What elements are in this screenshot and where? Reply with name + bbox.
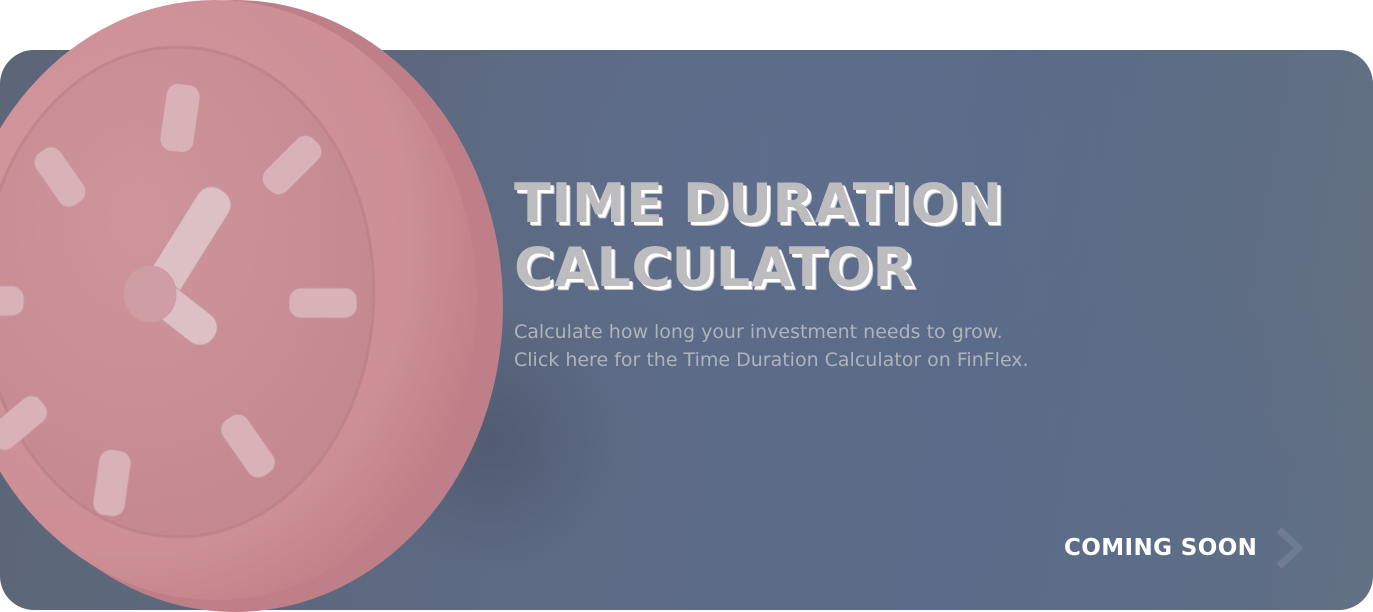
banner-description: Calculate how long your investment needs… <box>514 318 1154 374</box>
coming-soon-label: COMING SOON <box>1064 535 1258 561</box>
coming-soon-button[interactable]: COMING SOON <box>1064 527 1307 569</box>
banner-title: TIME DURATION CALCULATOR <box>514 172 1134 300</box>
banner-title-line-2: CALCULATOR <box>514 236 915 299</box>
chevron-right-icon <box>1277 527 1303 569</box>
banner-description-line-1: Calculate how long your investment needs… <box>514 321 1003 343</box>
banner-description-line-2: Click here for the Time Duration Calcula… <box>514 349 1029 371</box>
banner-title-line-1: TIME DURATION <box>514 172 1003 235</box>
time-duration-calculator-card[interactable]: TIME DURATION CALCULATOR Calculate how l… <box>0 50 1373 610</box>
banner-page: TIME DURATION CALCULATOR Calculate how l… <box>0 0 1373 612</box>
